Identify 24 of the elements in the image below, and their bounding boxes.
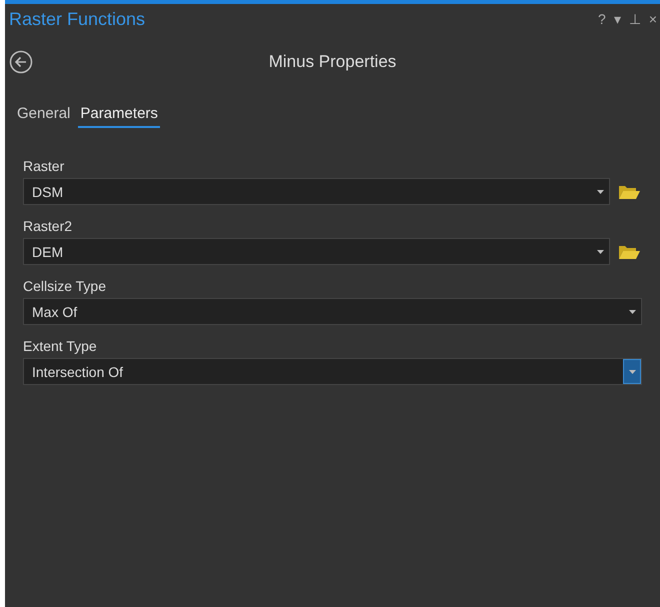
folder-icon[interactable] <box>618 184 642 200</box>
caret-icon <box>628 370 636 374</box>
pane-title: Raster Functions <box>9 8 146 30</box>
folder-icon[interactable] <box>618 244 642 260</box>
menu-button[interactable]: ▾ <box>610 11 624 27</box>
panel-heading: Minus Properties <box>268 52 398 72</box>
field-label: Raster <box>23 157 66 176</box>
dropdown-field[interactable]: DSM <box>23 178 610 205</box>
caret-icon <box>596 190 604 194</box>
tab[interactable]: General <box>15 104 72 128</box>
field-label: Extent Type <box>23 337 98 356</box>
dropdown-field[interactable]: DEM <box>23 238 610 265</box>
field-label: Cellsize Type <box>23 277 108 296</box>
caret-icon <box>596 250 604 254</box>
field-label: Raster2 <box>23 217 74 236</box>
tab[interactable]: Parameters <box>78 104 160 128</box>
caret-icon <box>628 310 636 314</box>
close-button[interactable]: × <box>646 11 660 27</box>
dropdown-field[interactable]: Intersection Of <box>23 358 642 385</box>
dropdown-field[interactable]: Max Of <box>23 298 642 325</box>
pin-button[interactable]: ⊥ <box>626 11 644 27</box>
back-icon[interactable] <box>9 50 33 74</box>
dropdown-button[interactable] <box>623 359 641 384</box>
help-button[interactable]: ? <box>595 11 609 27</box>
